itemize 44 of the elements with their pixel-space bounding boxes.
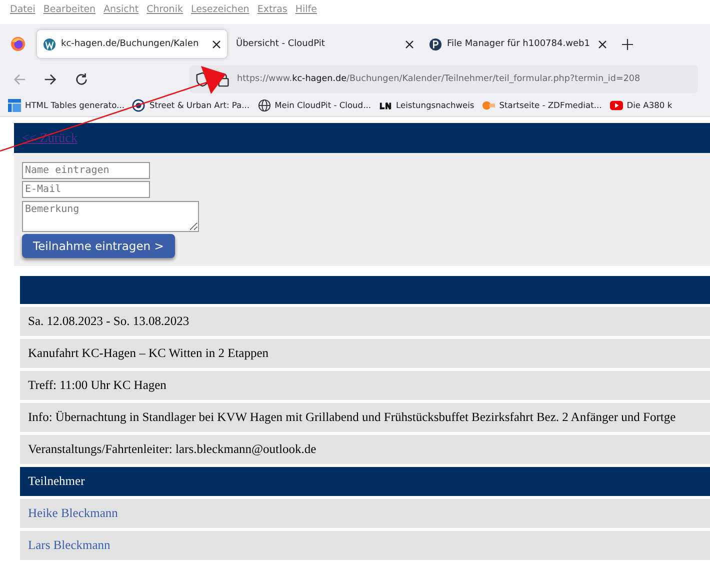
bookmark[interactable]: Startseite - ZDFmediat... [482,98,602,112]
bookmark[interactable]: HTML Tables generato... [8,98,124,112]
close-icon[interactable] [405,40,414,48]
forward-icon[interactable] [43,72,58,86]
table-cell: Veranstaltungs/Fahrtenleiter: lars.bleckmann@outlook.de [20,435,710,464]
browser-tab[interactable]: Übersicht - CloudPit [230,30,420,58]
browser-tab[interactable]: File Manager für h100784.web1 [423,30,613,58]
wordpress-icon [43,38,56,50]
bookmark[interactable]: Die A380 k [610,98,672,112]
name-field[interactable]: Name eintragen [22,162,150,179]
address-bar[interactable]: https://www.kc-hagen.de/Buchungen/Kalender/Teilnehmer/teil_formular.php?termin_id=208 [189,65,698,93]
menu-item[interactable]: Datei [10,4,36,20]
firefox-icon[interactable] [10,36,26,52]
menu-item[interactable]: Lesezeichen [190,4,250,20]
p-logo-icon [429,38,442,50]
bookmark[interactable]: Mein CloudPit - Cloud... [258,98,371,112]
table-cell: Treff: 11:00 Uhr KC Hagen [20,371,710,400]
url-text: https://www.kc-hagen.de/Buchungen/Kalender/Teilnehmer/teil_formular.php?termin_id=208 [237,74,640,84]
bookmark[interactable]: Leistungsnachweis [379,98,474,112]
globe-icon [258,98,271,112]
browser-tab[interactable]: kc-hagen.de/Buchungen/Kalen [37,30,227,58]
bookmark[interactable]: Street & Urban Art: Pa... [132,98,250,112]
table-cell: Info: Übernachtung in Standlager bei KVW Hagen mit Grillabend und Frühstücksbuffet Bezirksfahrt Bez. 2 Anfänger und Fortge [20,403,710,432]
menu-item[interactable]: Ansicht [104,4,139,20]
circle-logo-icon [132,98,146,112]
play-icon [610,98,623,112]
table-cell: Kanufahrt KC-Hagen – KC Witten in 2 Etappen [20,339,710,368]
menu-item[interactable]: Hilfe [295,4,317,20]
remark-field[interactable]: Bemerkung [22,201,199,232]
menu-item[interactable]: Bearbeiten [43,4,96,20]
table-header: Teilnehmer [20,467,710,496]
participant-link[interactable]: Lars Bleckmann [28,538,110,553]
email-field[interactable]: E-Mail [22,181,150,198]
table-icon [8,98,21,112]
close-icon[interactable] [212,40,221,48]
new-tab-icon[interactable] [622,38,633,50]
logo-icon [482,98,496,112]
menu-item[interactable]: Extras [257,4,288,20]
close-icon[interactable] [598,40,607,48]
table-cell: Sa. 12.08.2023 - So. 13.08.2023 [20,307,710,336]
menu-item[interactable]: Chronik [146,4,183,20]
participant-link[interactable]: Heike Bleckmann [28,506,118,521]
submit-button[interactable]: Teilnahme eintragen > [22,234,175,258]
reload-icon[interactable] [74,72,89,86]
